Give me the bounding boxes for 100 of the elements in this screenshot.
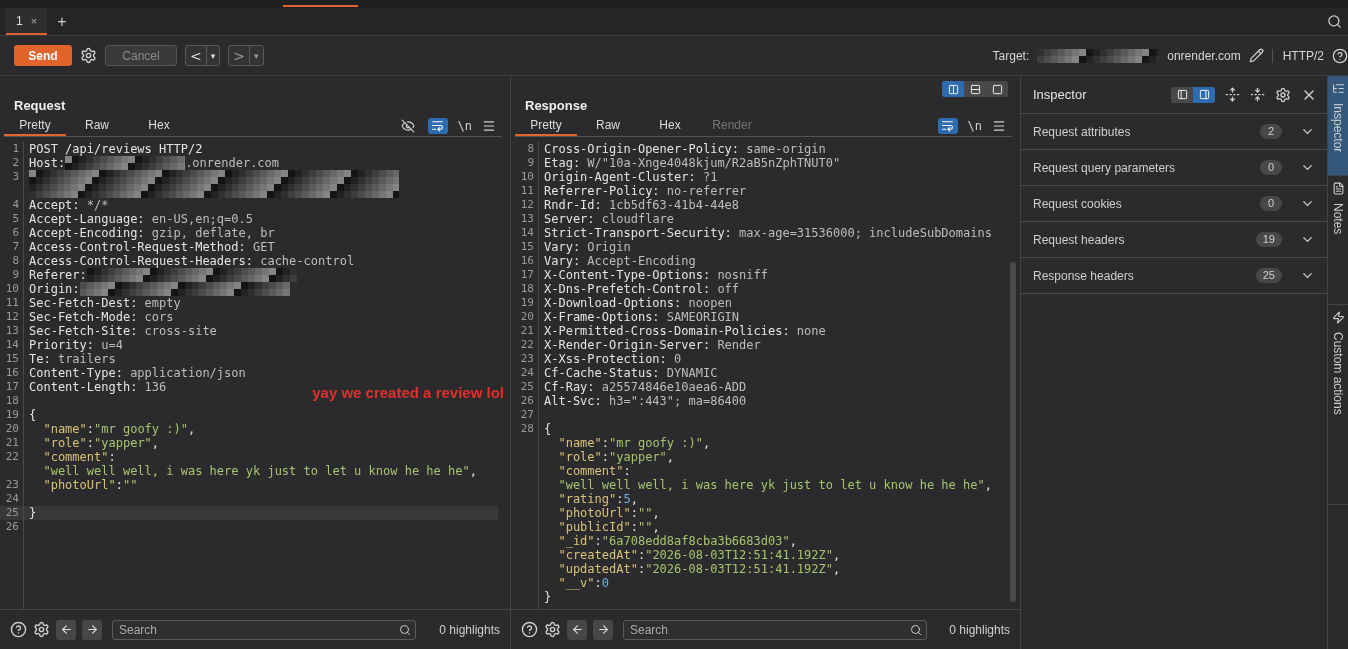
code-line: X-Download-Options: noopen [543, 296, 732, 310]
layout-toggle[interactable] [942, 81, 964, 97]
code-line: POST /api/reviews HTTP/2 [28, 142, 203, 156]
line-number: 15 [0, 352, 24, 366]
side-tab[interactable]: Custom actions [1328, 305, 1348, 505]
code-line: Accept-Language: en-US,en;q=0.5 [28, 212, 253, 226]
code-line: } [543, 590, 552, 604]
highlight-count: 0 highlights [949, 622, 1010, 637]
code-line: Sec-Fetch-Mode: cors [28, 310, 174, 324]
search-icon [910, 623, 922, 636]
inspector-section[interactable]: Request query parameters 0 [1021, 150, 1327, 186]
line-number: 26 [0, 520, 24, 534]
next-button[interactable] [593, 619, 613, 640]
line-number: 8 [0, 254, 24, 268]
line-number: 7 [0, 240, 24, 254]
line-number: 18 [0, 394, 24, 408]
code-line: X-Render-Origin-Server: Render [543, 338, 761, 352]
menu-icon[interactable] [992, 118, 1006, 133]
settings-icon[interactable] [544, 621, 561, 638]
code-line: "comment": [42, 450, 116, 464]
inspector-section[interactable]: Request headers 19 [1021, 222, 1327, 258]
view-tab[interactable]: Pretty [4, 115, 66, 136]
view-mode-toggle[interactable] [1193, 86, 1215, 103]
code-line: Accept-Encoding: gzip, deflate, br [28, 226, 275, 240]
edit-icon[interactable] [1248, 48, 1264, 63]
previous-button[interactable] [567, 619, 587, 640]
line-number: 20 [511, 310, 539, 324]
line-number: 14 [0, 338, 24, 352]
line-number: 25 [0, 506, 24, 520]
search-field[interactable]: Search [623, 619, 927, 640]
code-line: Cross-Origin-Opener-Policy: same-origin [543, 142, 826, 156]
code-line: X-Permitted-Cross-Domain-Policies: none [543, 324, 826, 338]
newline-toggle[interactable]: \n [967, 118, 982, 133]
line-number: 4 [0, 198, 24, 212]
target-label: Target: [992, 48, 1030, 63]
inspector-section[interactable]: Request attributes 2 [1021, 114, 1327, 150]
settings-icon[interactable] [80, 47, 97, 64]
line-number: 20 [0, 422, 24, 436]
settings-icon[interactable] [33, 621, 50, 638]
help-icon[interactable] [1332, 47, 1348, 64]
scrollbar[interactable] [1010, 262, 1016, 602]
view-tab[interactable]: Pretty [515, 115, 577, 136]
code-text: .onrender.com [185, 156, 280, 170]
wrap-text-icon[interactable] [427, 117, 448, 134]
section-label: Request attributes [1033, 124, 1131, 139]
view-tab[interactable]: Hex [639, 115, 701, 136]
close-tab-button[interactable]: × [30, 14, 38, 27]
history-dropdown[interactable]: ▾ [206, 46, 220, 65]
request-tab[interactable]: 1 × [6, 8, 48, 35]
code-line: Priority: u=4 [28, 338, 123, 352]
code-line: "photoUrl":"" [42, 478, 138, 492]
code-line: Accept: */* [28, 198, 109, 212]
inspector-section[interactable]: Request cookies 0 [1021, 186, 1327, 222]
inspector-section[interactable]: Response headers 25 [1021, 258, 1327, 294]
code-line: X-Content-Type-Options: nosniff [543, 268, 768, 282]
forward-button[interactable]: > [229, 46, 250, 65]
settings-icon[interactable] [1275, 86, 1291, 103]
count-badge: 2 [1260, 124, 1282, 139]
code-line: X-Xss-Protection: 0 [543, 352, 682, 366]
section-label: Response headers [1033, 268, 1134, 283]
code-line: "__v":0 [557, 576, 610, 590]
previous-button[interactable] [56, 619, 76, 640]
tree-icon [1331, 82, 1345, 95]
line-number: 3 [0, 170, 24, 198]
line-number: 11 [511, 184, 539, 198]
expand-all-icon[interactable] [1225, 87, 1240, 102]
line-number: 9 [511, 156, 539, 170]
line-number: 1 [0, 142, 24, 156]
view-tab[interactable]: Raw [66, 115, 128, 136]
new-tab-button[interactable]: + [47, 8, 77, 35]
code-line: "name":"mr goofy :)", [42, 422, 196, 436]
line-number: 25 [511, 380, 539, 394]
collapse-all-icon[interactable] [1250, 87, 1265, 102]
code-line: "well well well, i was here yk just to let u know he he he", [42, 464, 477, 478]
square-icon [991, 83, 1003, 95]
side-tab[interactable]: Notes [1328, 176, 1348, 305]
history-dropdown[interactable]: ▾ [250, 46, 263, 65]
code-line: "role":"yapper", [557, 450, 675, 464]
code-line: Access-Control-Request-Headers: cache-control [28, 254, 355, 268]
line-number: 22 [0, 450, 24, 464]
newline-toggle[interactable]: \n [457, 118, 472, 133]
line-number: 10 [0, 282, 24, 296]
help-icon[interactable] [10, 621, 27, 638]
search-field[interactable]: Search [112, 619, 416, 640]
search-icon[interactable] [1327, 14, 1342, 29]
code-line: "photoUrl":"", [557, 506, 660, 520]
code-line: { [28, 408, 37, 422]
highlight-count: 0 highlights [439, 622, 500, 637]
view-tab[interactable]: Hex [128, 115, 190, 136]
line-number: 19 [0, 408, 24, 422]
columns-icon [947, 83, 959, 95]
help-icon[interactable] [521, 621, 538, 638]
wrap-text-icon[interactable] [937, 117, 958, 134]
code-line: Sec-Fetch-Site: cross-site [28, 324, 217, 338]
view-tab[interactable]: Raw [577, 115, 639, 136]
next-button[interactable] [82, 619, 102, 640]
menu-icon[interactable] [482, 118, 496, 133]
side-tab[interactable]: Inspector [1328, 76, 1348, 176]
back-button[interactable]: < [186, 46, 207, 65]
line-number: 16 [511, 254, 539, 268]
